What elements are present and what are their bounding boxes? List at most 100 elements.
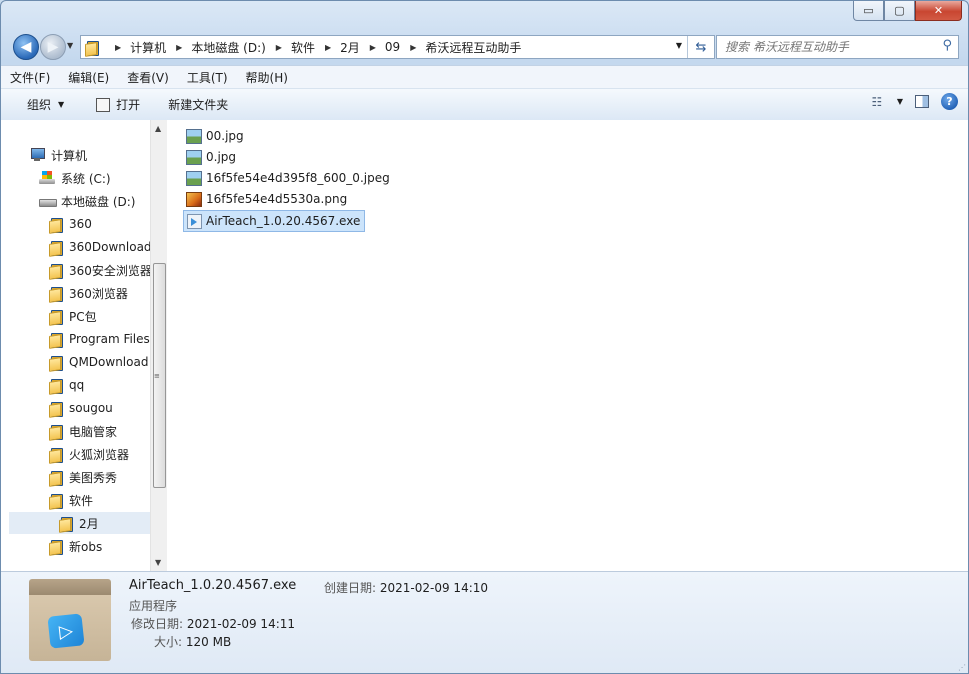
tree-item-folder[interactable]: 360Download: [49, 236, 150, 258]
tree-item-folder[interactable]: 360浏览器: [49, 282, 128, 304]
navigation-row: ◀ ▶ ▼ ▶ 计算机 ▶ 本地磁盘 (D:) ▶ 软件 ▶ 2月 ▶ 09 ▶…: [9, 32, 960, 62]
tree-item-drive-c[interactable]: 系统 (C:): [39, 167, 111, 189]
details-file-type: 应用程序: [129, 599, 178, 613]
tree-label: 2月: [79, 516, 99, 531]
tree-item-folder[interactable]: 美图秀秀: [49, 466, 117, 488]
scroll-up-icon[interactable]: ▲: [155, 124, 161, 133]
search-box: ⚲: [716, 35, 959, 59]
organize-label: 组织: [27, 98, 52, 112]
organize-button[interactable]: 组织 ▼: [16, 92, 75, 118]
menu-edit[interactable]: 编辑(E): [59, 69, 118, 86]
breadcrumb-item[interactable]: 本地磁盘 (D:): [191, 39, 265, 56]
menu-tools[interactable]: 工具(T): [178, 69, 237, 86]
file-name: AirTeach_1.0.20.4567.exe: [206, 214, 361, 228]
address-history-dropdown-icon[interactable]: ▼: [676, 41, 682, 50]
tree-item-folder[interactable]: 电脑管家: [49, 420, 117, 442]
chevron-right-icon[interactable]: ▶: [115, 43, 121, 52]
refresh-button[interactable]: ⇆: [687, 36, 714, 58]
file-item[interactable]: 0.jpg: [183, 147, 240, 167]
exe-file-icon: [187, 213, 202, 229]
menu-help[interactable]: 帮助(H): [237, 69, 297, 86]
chevron-right-icon[interactable]: ▶: [276, 43, 282, 52]
address-bar[interactable]: ▶ 计算机 ▶ 本地磁盘 (D:) ▶ 软件 ▶ 2月 ▶ 09 ▶ 希沃远程互…: [80, 35, 715, 59]
folder-icon: [49, 424, 63, 441]
system-drive-icon: [39, 171, 55, 185]
tree-item-folder-selected[interactable]: 2月: [9, 512, 150, 534]
resize-grip-icon[interactable]: ⋰: [958, 663, 966, 672]
nav-pane-scrollbar[interactable]: ▲ ≡ ▼: [150, 120, 167, 571]
forward-arrow-icon: ▶: [47, 39, 59, 55]
modified-label: 修改日期:: [131, 617, 184, 631]
chevron-right-icon[interactable]: ▶: [325, 43, 331, 52]
folder-icon: [49, 401, 63, 418]
menu-view[interactable]: 查看(V): [118, 69, 178, 86]
tree-item-computer[interactable]: 计算机: [29, 144, 87, 166]
search-icon[interactable]: ⚲: [942, 38, 952, 53]
tree-item-drive-d[interactable]: 本地磁盘 (D:): [39, 190, 135, 212]
tree-item-folder[interactable]: 新obs: [49, 535, 102, 557]
file-item[interactable]: 16f5fe54e4d5530a.png: [183, 189, 351, 209]
tree-item-folder[interactable]: 软件: [49, 489, 93, 511]
chevron-right-icon[interactable]: ▶: [176, 43, 182, 52]
tree-label: 美图秀秀: [69, 470, 118, 485]
tree-label: sougou: [69, 401, 113, 415]
tree-label: 火狐浏览器: [69, 447, 130, 462]
breadcrumb-item[interactable]: 计算机: [130, 39, 166, 56]
folder-icon: [49, 286, 63, 303]
file-name: 00.jpg: [206, 129, 244, 143]
tree-item-folder[interactable]: Program Files: [49, 328, 150, 350]
menu-file[interactable]: 文件(F): [1, 69, 59, 86]
breadcrumb-item[interactable]: 09: [385, 40, 400, 54]
close-button[interactable]: ✕: [915, 1, 962, 21]
open-button[interactable]: 打开: [85, 92, 151, 118]
new-folder-label: 新建文件夹: [168, 98, 229, 112]
explorer-window: ▭ ▢ ✕ ◀ ▶ ▼ ▶ 计算机 ▶ 本地磁盘 (D:) ▶ 软件 ▶ 2月 …: [0, 0, 969, 674]
file-list: 00.jpg 0.jpg 16f5fe54e4d395f8_600_0.jpeg…: [167, 120, 968, 571]
tree-label: 360: [69, 217, 92, 231]
menu-bar: 文件(F) 编辑(E) 查看(V) 工具(T) 帮助(H): [1, 65, 968, 88]
details-created: 创建日期: 2021-02-09 14:10: [324, 579, 488, 596]
chevron-right-icon[interactable]: ▶: [410, 43, 416, 52]
view-options-chevron-down-icon[interactable]: ▼: [897, 97, 903, 106]
tree-label: 计算机: [51, 148, 88, 163]
tree-item-folder[interactable]: QMDownload: [49, 351, 148, 373]
minimize-button[interactable]: ▭: [853, 1, 884, 21]
tree-item-folder[interactable]: 360: [49, 213, 92, 235]
tree-label: 360安全浏览器: [69, 263, 150, 278]
tree-label: Program Files: [69, 332, 150, 346]
content-area: 计算机 系统 (C:) 本地磁盘 (D:) 360 360Download 36…: [1, 120, 968, 571]
view-controls: ☷ ▼ ?: [869, 93, 958, 110]
file-item[interactable]: 16f5fe54e4d395f8_600_0.jpeg: [183, 168, 394, 188]
preview-pane-icon[interactable]: [915, 95, 929, 108]
recent-pages-dropdown-icon[interactable]: ▼: [67, 41, 73, 50]
change-view-icon[interactable]: ☷: [869, 94, 885, 110]
created-value: 2021-02-09 14:10: [379, 581, 489, 595]
chevron-right-icon[interactable]: ▶: [370, 43, 376, 52]
tree-item-folder[interactable]: 360安全浏览器: [49, 259, 150, 281]
folder-icon: [49, 470, 63, 487]
folder-icon: [49, 240, 63, 257]
search-input[interactable]: [723, 39, 927, 55]
close-icon: ✕: [933, 4, 944, 17]
command-bar: 组织 ▼ 打开 新建文件夹 ☷ ▼ ?: [1, 88, 968, 121]
tree-item-folder[interactable]: 火狐浏览器: [49, 443, 129, 465]
tree-item-folder[interactable]: qq: [49, 374, 84, 396]
scroll-down-icon[interactable]: ▼: [155, 558, 161, 567]
details-file-name: AirTeach_1.0.20.4567.exe: [129, 578, 297, 593]
file-item-selected[interactable]: AirTeach_1.0.20.4567.exe: [183, 210, 366, 232]
chevron-down-icon: ▼: [58, 100, 65, 109]
forward-button[interactable]: ▶: [40, 34, 66, 60]
breadcrumb-item[interactable]: 2月: [340, 39, 360, 56]
help-icon[interactable]: ?: [941, 93, 958, 110]
tree-label: 本地磁盘 (D:): [61, 194, 136, 209]
new-folder-button[interactable]: 新建文件夹: [157, 92, 239, 118]
breadcrumb-item[interactable]: 希沃远程互动助手: [425, 39, 521, 56]
back-button[interactable]: ◀: [13, 34, 39, 60]
back-arrow-icon: ◀: [20, 39, 32, 55]
file-item[interactable]: 00.jpg: [183, 126, 248, 146]
breadcrumb-item[interactable]: 软件: [291, 39, 315, 56]
folder-icon: [49, 539, 63, 556]
tree-item-folder[interactable]: PC包: [49, 305, 97, 327]
maximize-button[interactable]: ▢: [884, 1, 915, 21]
tree-item-folder[interactable]: sougou: [49, 397, 113, 419]
